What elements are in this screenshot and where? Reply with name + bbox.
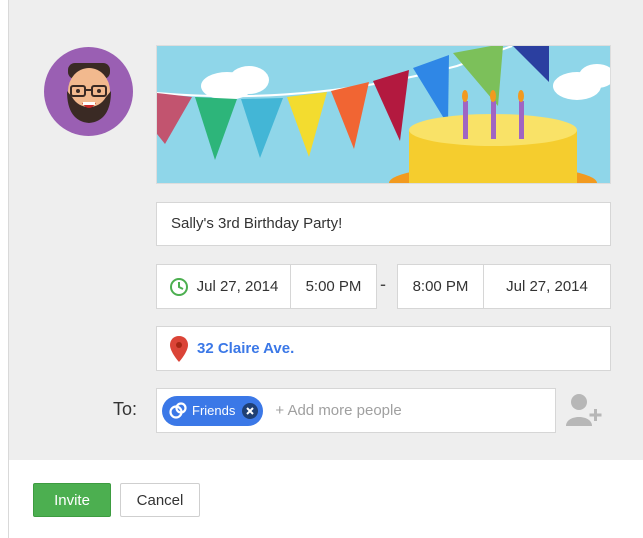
add-people-placeholder: + Add more people — [275, 402, 402, 419]
invite-button[interactable]: Invite — [33, 483, 111, 517]
add-person-button[interactable] — [566, 392, 604, 428]
event-title-field[interactable]: Sally's 3rd Birthday Party! — [156, 202, 611, 246]
start-date-text: Jul 27, 2014 — [196, 278, 279, 295]
circle-chip-friends[interactable]: Friends — [162, 395, 264, 426]
avatar — [44, 47, 133, 136]
end-date-field[interactable]: Jul 27, 2014 — [483, 264, 611, 309]
to-label: To: — [113, 399, 138, 419]
close-circle-icon[interactable] — [241, 402, 259, 420]
cancel-button[interactable]: Cancel — [120, 483, 200, 517]
start-date-field[interactable]: Jul 27, 2014 — [156, 264, 291, 309]
bearded-man-illustration — [67, 63, 111, 123]
add-person-icon — [566, 394, 602, 426]
time-range-separator: - — [380, 274, 386, 294]
people-input[interactable]: Friends + Add more people — [156, 388, 556, 433]
start-time-field[interactable]: 5:00 PM — [290, 264, 377, 309]
map-pin-icon — [170, 335, 188, 362]
end-date-text: Jul 27, 2014 — [506, 278, 588, 295]
event-banner-image — [156, 45, 611, 184]
chip-label: Friends — [192, 403, 236, 418]
location-text: 32 Claire Ave. — [197, 340, 295, 357]
start-time-text: 5:00 PM — [305, 278, 362, 295]
clock-icon — [169, 277, 188, 296]
event-title-text: Sally's 3rd Birthday Party! — [171, 215, 343, 232]
location-field[interactable]: 32 Claire Ave. — [156, 326, 611, 371]
google-circles-icon — [169, 401, 187, 419]
end-time-field[interactable]: 8:00 PM — [397, 264, 484, 309]
birthday-banner-illustration — [157, 46, 610, 183]
end-time-text: 8:00 PM — [412, 278, 469, 295]
